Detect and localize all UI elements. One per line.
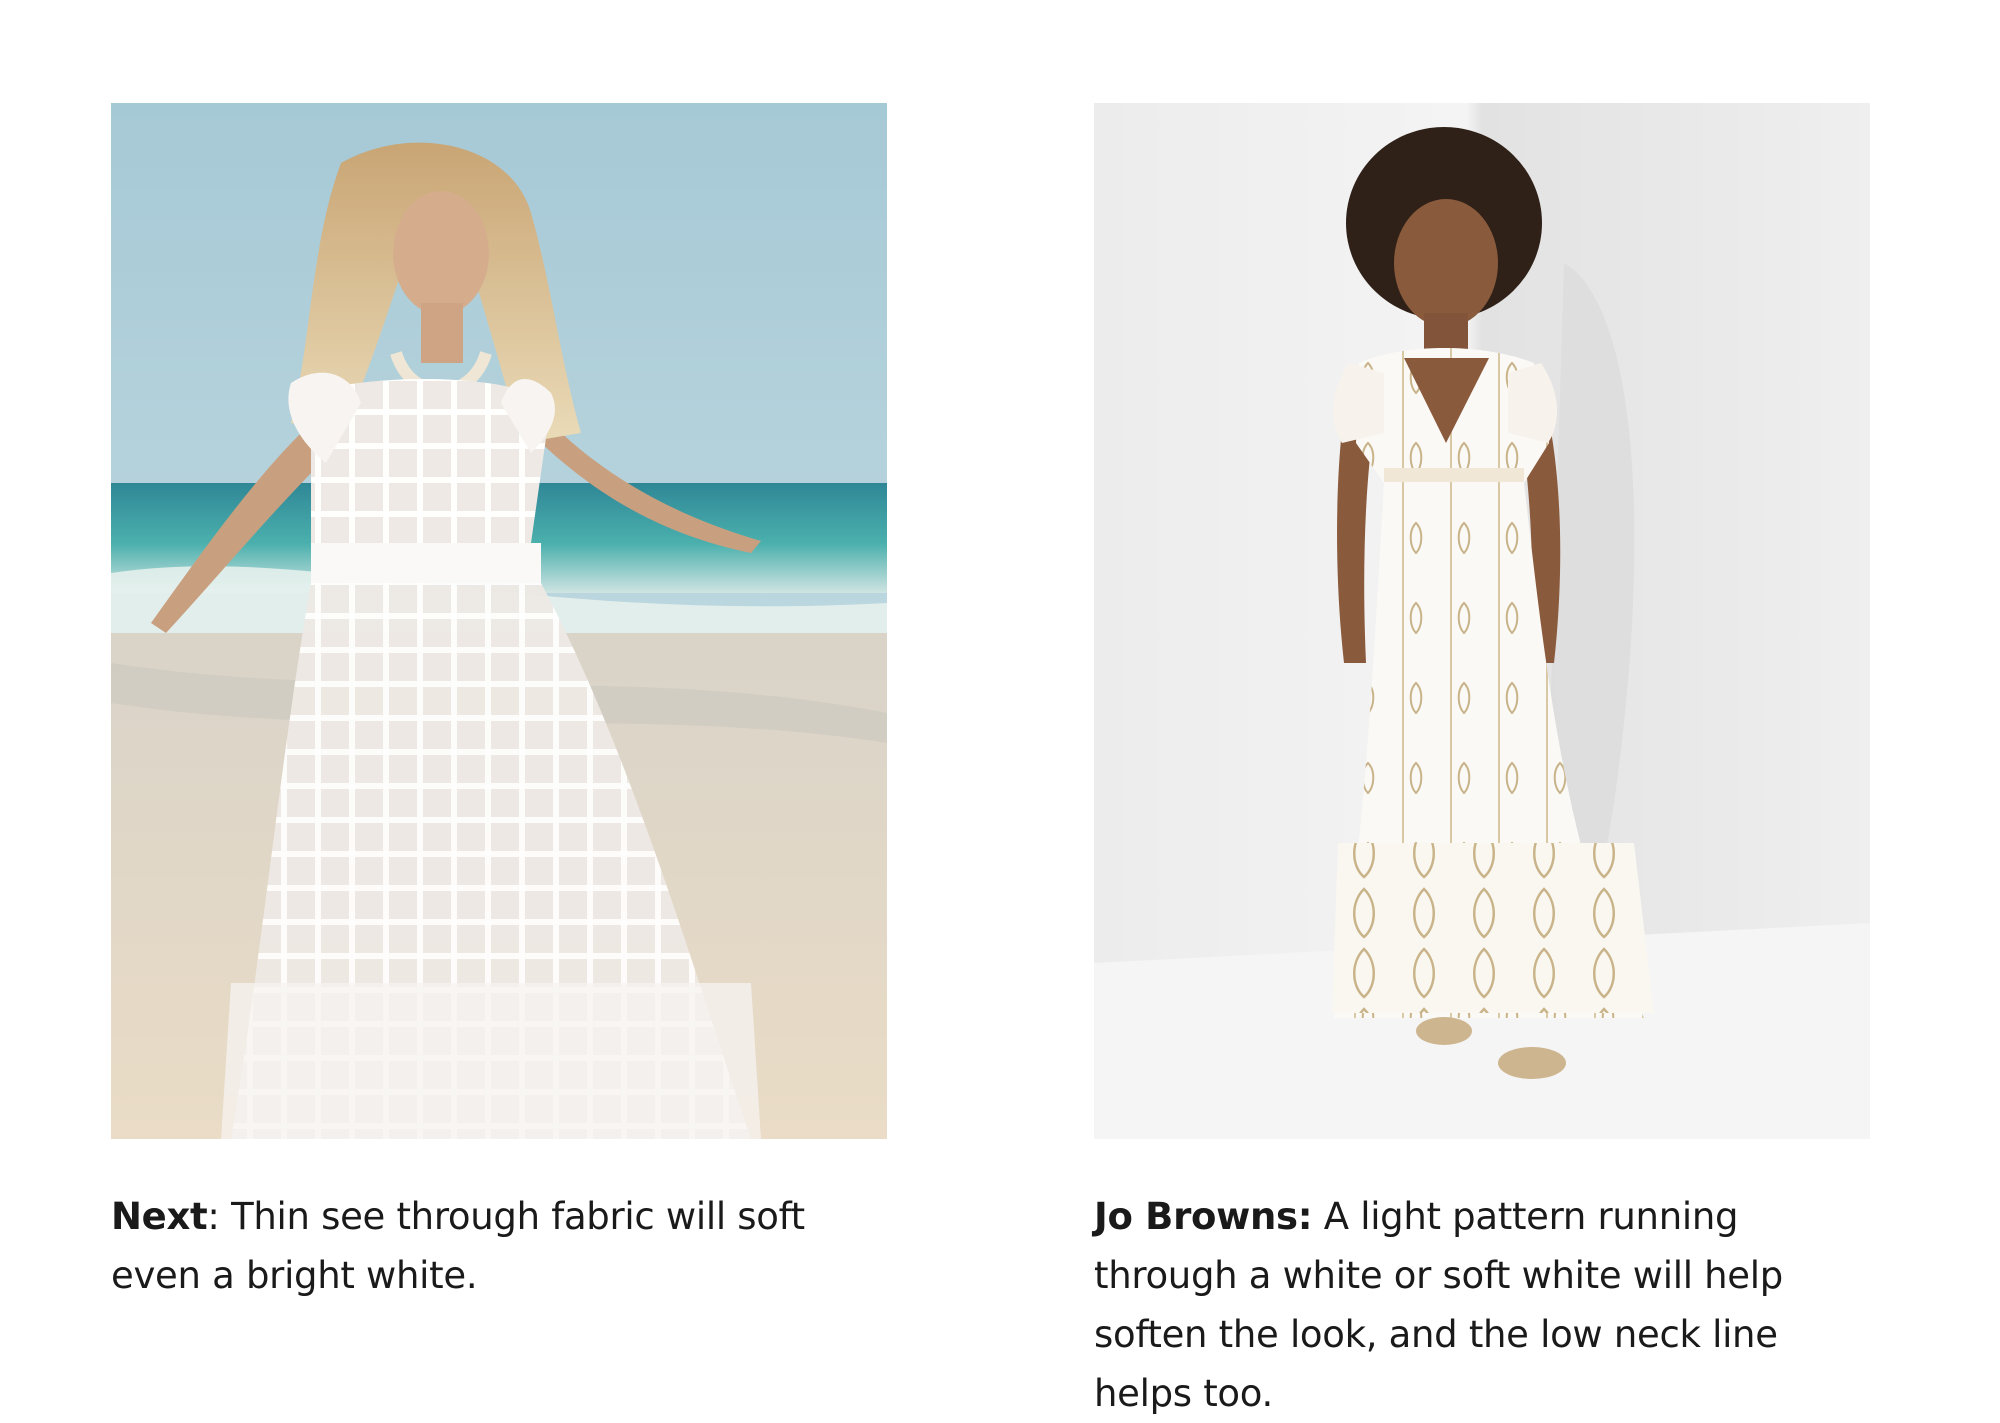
product-card-next: Next: Thin see through fabric will soft …	[111, 103, 887, 1305]
product-photo-beach	[111, 103, 887, 1139]
product-caption-next: Next: Thin see through fabric will soft …	[111, 1187, 901, 1305]
caption-separator: :	[207, 1195, 232, 1238]
maxi-dress-image	[1094, 103, 1870, 1139]
product-card-jo-browns: Jo Browns: A light pattern running throu…	[1094, 103, 1870, 1423]
brand-name: Jo Browns:	[1094, 1195, 1313, 1238]
product-caption-jo-browns: Jo Browns: A light pattern running throu…	[1094, 1187, 1884, 1423]
beach-dress-image	[111, 103, 887, 1139]
brand-name: Next	[111, 1195, 208, 1238]
caption-separator	[1312, 1195, 1323, 1238]
product-photo-studio	[1094, 103, 1870, 1139]
